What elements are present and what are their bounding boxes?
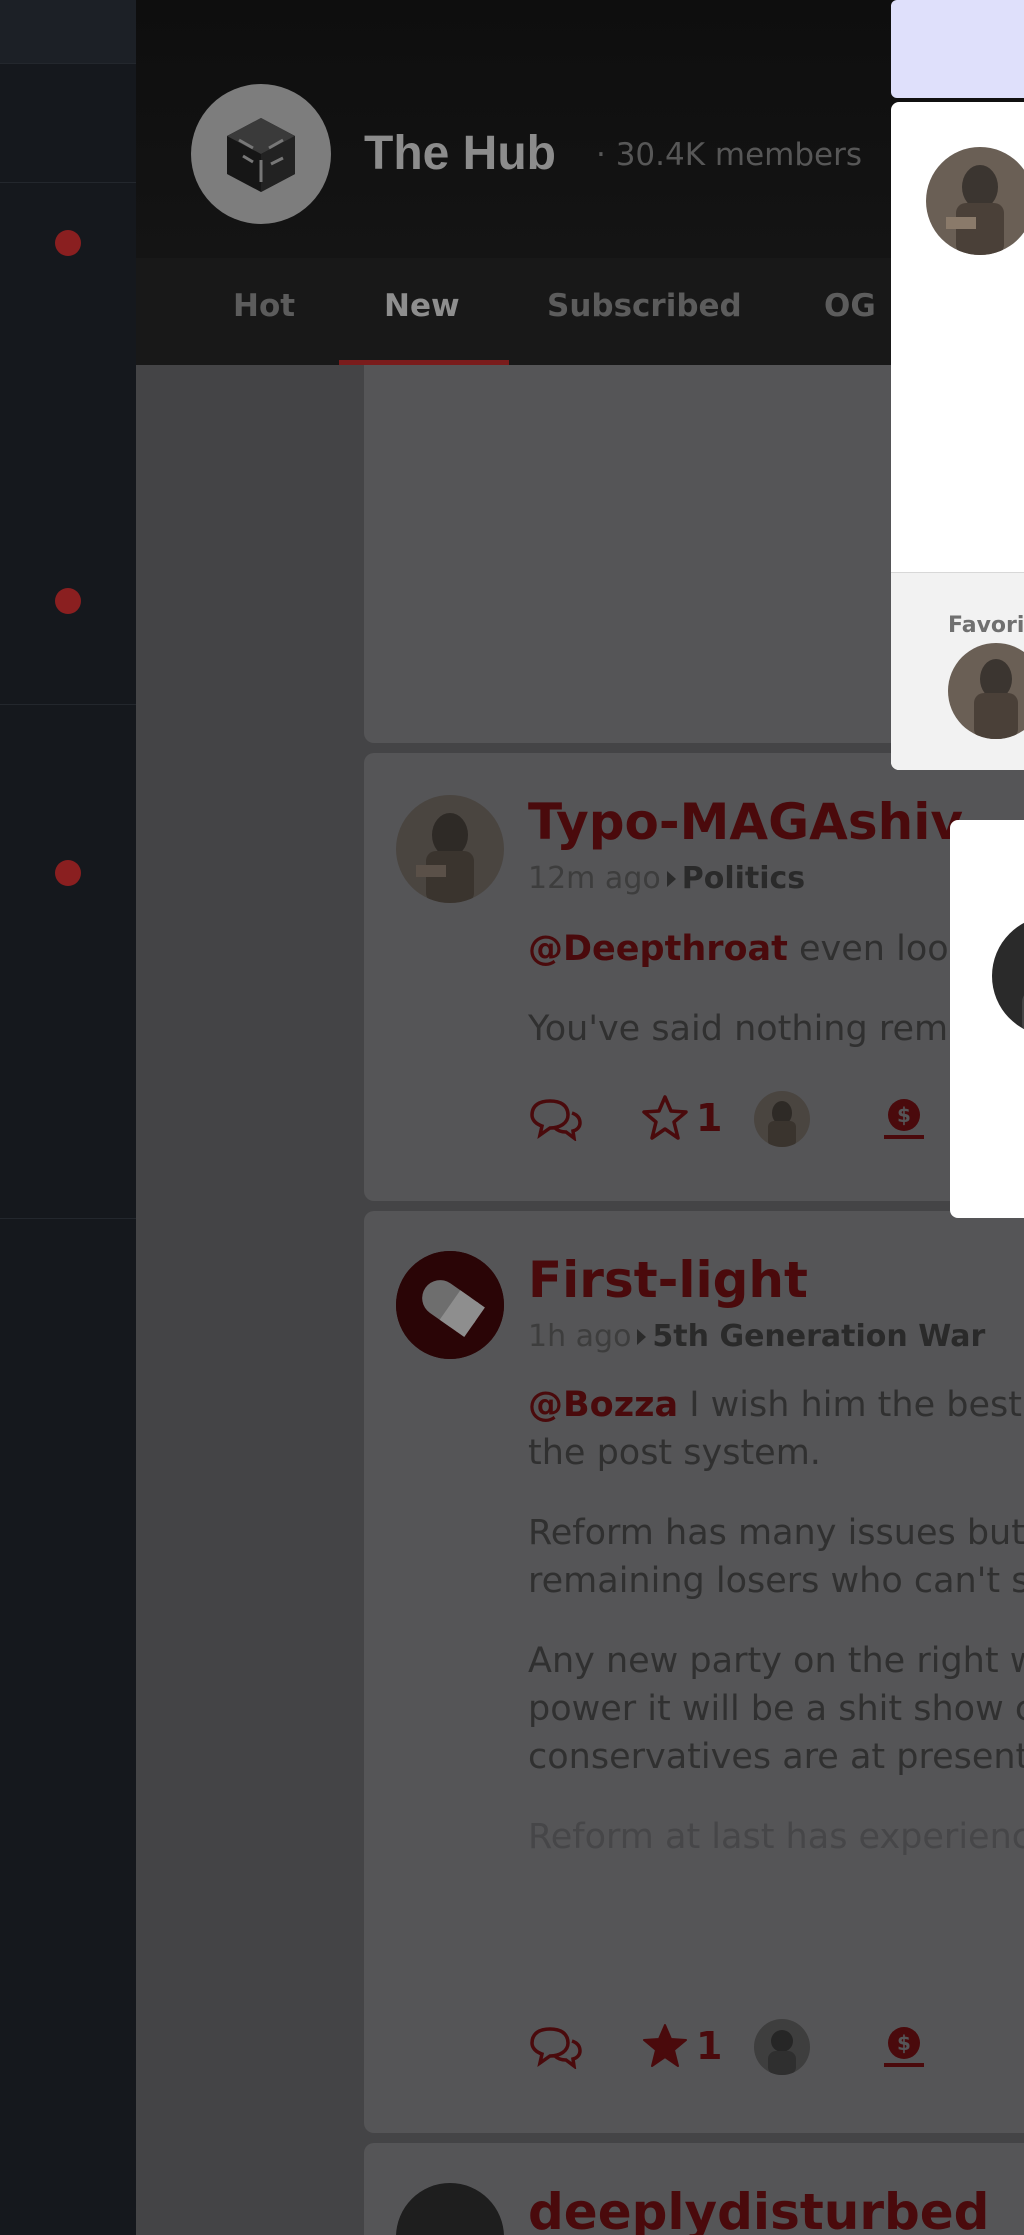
star-filled-icon — [643, 2024, 687, 2067]
member-count: · 30.4K members — [596, 137, 863, 173]
comments-icon — [530, 1099, 582, 1141]
post-card[interactable]: Typo-MAGAshiv 12m ago Politics @Deepthroa… — [364, 753, 1024, 1201]
post-author[interactable]: Typo-MAGAshiv — [528, 793, 963, 851]
post-card[interactable]: deeplydisturbed — [364, 2143, 1024, 2235]
caret-right-icon — [666, 870, 676, 887]
tab-og[interactable]: OG — [824, 288, 876, 324]
star-button[interactable]: 1 — [640, 1093, 722, 1143]
sidebar-unread-dot[interactable] — [55, 588, 81, 614]
popover-avatar[interactable] — [926, 147, 1024, 255]
author-avatar[interactable] — [396, 795, 504, 903]
user-mention[interactable]: @Bozza — [528, 1385, 678, 1425]
avatar-image — [926, 147, 1024, 255]
star-button[interactable]: 1 — [640, 2021, 722, 2071]
caret-right-icon — [637, 1328, 647, 1345]
favorites-label: Favori — [948, 613, 1024, 638]
comments-icon — [530, 2027, 582, 2069]
author-avatar[interactable] — [396, 2183, 504, 2235]
comment-button[interactable] — [528, 1097, 582, 1141]
post-actions: 1 $ — [528, 2017, 1024, 2077]
community-title[interactable]: The Hub — [364, 126, 556, 181]
popover-avatar[interactable] — [992, 916, 1024, 1036]
sidebar-divider — [0, 182, 136, 183]
popover-header[interactable] — [891, 0, 1024, 98]
user-popover: Favori — [891, 102, 1024, 770]
post-body-line: Reform has many issues but — [528, 1513, 1024, 1553]
post-meta: 12m ago Politics — [528, 861, 805, 896]
sidebar-topbar — [0, 0, 136, 64]
tip-button[interactable]: $ — [880, 2023, 928, 2071]
star-count: 1 — [696, 2024, 723, 2068]
post-body-line: remaining losers who can't s — [528, 1561, 1024, 1601]
starred-by-avatar[interactable] — [754, 2019, 810, 2075]
post-author[interactable]: First-light — [528, 1251, 808, 1309]
post-card[interactable]: First-light 1h ago 5th Generation War @Bo… — [364, 1211, 1024, 2133]
tab-subscribed[interactable]: Subscribed — [547, 288, 742, 324]
avatar-image — [396, 795, 504, 903]
popover-favorites: Favori — [891, 572, 1024, 770]
avatar-image — [948, 643, 1024, 739]
post-body-line: Any new party on the right w — [528, 1641, 1024, 1681]
post-body-line: power it will be a shit show c — [528, 1689, 1024, 1729]
post-time: 12m ago — [528, 861, 661, 896]
sidebar — [0, 0, 136, 2235]
favorite-avatar[interactable] — [948, 643, 1024, 739]
avatar-image — [754, 2019, 810, 2075]
post-time: 1h ago — [528, 1319, 632, 1354]
avatar-image — [754, 1091, 810, 1147]
user-mention[interactable]: @Deepthroat — [528, 929, 788, 969]
post-body-line: You've said nothing rem — [528, 1009, 949, 1049]
starred-by-avatar[interactable] — [754, 1091, 810, 1147]
post-meta: 1h ago 5th Generation War — [528, 1319, 985, 1354]
post-category[interactable]: 5th Generation War — [652, 1319, 985, 1354]
post-body-line-faded: Reform at last has experienc — [528, 1817, 1024, 1857]
sidebar-unread-dot[interactable] — [55, 860, 81, 886]
user-popover-secondary — [950, 820, 1024, 1218]
tip-coin-icon: $ — [884, 2027, 924, 2067]
star-count: 1 — [696, 1096, 723, 1140]
svg-text:$: $ — [897, 1103, 911, 1127]
post-body-line: @Deepthroat even look — [528, 925, 969, 973]
avatar-image — [992, 916, 1024, 1036]
post-author[interactable]: deeplydisturbed — [528, 2183, 989, 2235]
post-body-line: conservatives are at present — [528, 1737, 1024, 1777]
community-logo[interactable] — [191, 84, 331, 224]
sidebar-unread-dot[interactable] — [55, 230, 81, 256]
post-category[interactable]: Politics — [682, 861, 805, 896]
author-avatar[interactable] — [396, 1251, 504, 1359]
sidebar-divider — [0, 1218, 136, 1219]
post-text: I wish him the best — [678, 1385, 1022, 1425]
cube-logo-icon — [227, 118, 295, 192]
comment-button[interactable] — [528, 2025, 582, 2069]
page: The Hub · 30.4K members Hot New Subscrib… — [0, 0, 1024, 2235]
post-body-line: the post system. — [528, 1433, 821, 1473]
star-outline-icon — [642, 1095, 688, 1140]
pill-avatar-icon — [396, 1251, 504, 1359]
tab-hot[interactable]: Hot — [233, 288, 295, 324]
post-text: even look — [787, 929, 969, 969]
tip-coin-icon: $ — [884, 1099, 924, 1139]
post-body-line: @Bozza I wish him the best — [528, 1381, 1022, 1429]
tip-button[interactable]: $ — [880, 1095, 928, 1143]
sidebar-divider — [0, 704, 136, 705]
tab-new[interactable]: New — [384, 288, 460, 324]
svg-text:$: $ — [897, 2031, 911, 2055]
